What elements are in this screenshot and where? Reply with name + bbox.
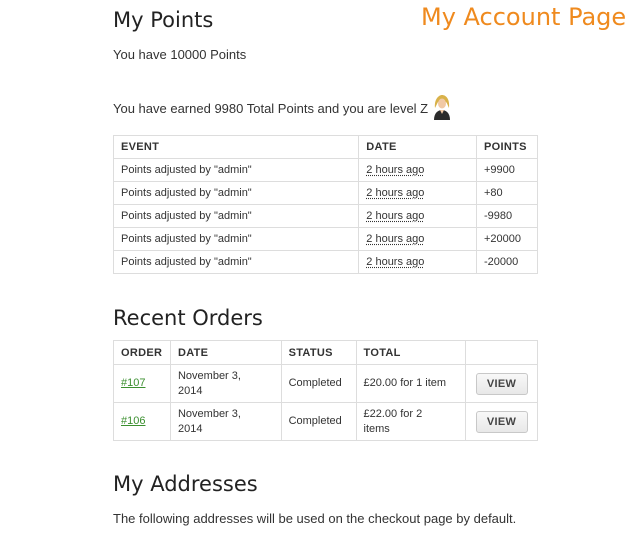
points-balance-text: You have 10000 Points [113, 47, 247, 62]
view-order-button[interactable]: VIEW [475, 372, 528, 395]
account-page-caption: My Account Page [421, 3, 627, 31]
table-row: Points adjusted by "admin" 2 hours ago -… [112, 204, 538, 228]
level-avatar-icon [432, 94, 453, 120]
order-number-cell: #106 [113, 402, 171, 441]
order-actions-cell: VIEW [465, 402, 538, 441]
event-cell: Points adjusted by "admin" [112, 204, 360, 228]
table-row: #106 November 3, 2014 Completed £22.00 fo… [113, 402, 538, 441]
event-cell: Points adjusted by "admin" [112, 250, 360, 274]
table-header-row: EVENT DATE POINTS [112, 135, 538, 159]
view-order-button[interactable]: VIEW [475, 410, 528, 433]
table-row: Points adjusted by "admin" 2 hours ago +… [112, 181, 538, 205]
relative-time: 2 hours ago [366, 256, 425, 268]
date-cell: 2 hours ago [358, 250, 477, 274]
column-header-total: TOTAL [355, 340, 467, 365]
order-date-line2: 2014 [177, 384, 203, 397]
table-row: Points adjusted by "admin" 2 hours ago -… [112, 250, 538, 274]
order-date-line1: November 3, [177, 407, 241, 420]
points-earned-text: You have earned 9980 Total Points and yo… [113, 101, 429, 116]
column-header-order: ORDER [113, 340, 171, 365]
order-number-cell: #107 [113, 364, 171, 403]
order-actions-cell: VIEW [465, 364, 538, 403]
date-cell: 2 hours ago [358, 227, 477, 251]
order-date-line2: 2014 [177, 422, 203, 435]
recent-orders-heading: Recent Orders [113, 306, 263, 330]
order-date-cell: November 3, 2014 [169, 402, 282, 441]
column-header-actions [465, 340, 538, 365]
relative-time: 2 hours ago [366, 187, 425, 199]
order-date-line1: November 3, [177, 369, 241, 382]
points-earned-line: You have earned 9980 Total Points and yo… [113, 90, 453, 120]
order-total-cell: £22.00 for 2 items [355, 402, 467, 441]
table-row: #107 November 3, 2014 Completed £20.00 fo… [113, 364, 538, 403]
points-cell: +9900 [476, 158, 538, 182]
my-points-heading: My Points [113, 8, 214, 32]
points-cell: -20000 [476, 250, 538, 274]
points-history-table: EVENT DATE POINTS Points adjusted by "ad… [112, 135, 538, 274]
column-header-date: DATE [169, 340, 282, 365]
points-cell: +80 [476, 181, 538, 205]
date-cell: 2 hours ago [358, 181, 477, 205]
my-addresses-heading: My Addresses [113, 472, 258, 496]
date-cell: 2 hours ago [358, 204, 477, 228]
order-link[interactable]: #107 [121, 377, 145, 389]
event-cell: Points adjusted by "admin" [112, 158, 360, 182]
addresses-description: The following addresses will be used on … [113, 511, 517, 526]
points-cell: -9980 [476, 204, 538, 228]
order-status-cell: Completed [280, 402, 357, 441]
order-link[interactable]: #106 [121, 415, 145, 427]
table-row: Points adjusted by "admin" 2 hours ago +… [112, 227, 538, 251]
relative-time: 2 hours ago [366, 210, 425, 222]
order-total-cell: £20.00 for 1 item [355, 364, 467, 403]
column-header-date: DATE [358, 135, 477, 159]
date-cell: 2 hours ago [358, 158, 477, 182]
relative-time: 2 hours ago [366, 233, 425, 245]
event-cell: Points adjusted by "admin" [112, 227, 360, 251]
column-header-points: POINTS [476, 135, 538, 159]
column-header-event: EVENT [112, 135, 360, 159]
relative-time: 2 hours ago [366, 164, 425, 176]
table-header-row: ORDER DATE STATUS TOTAL [113, 340, 538, 365]
order-total-line2: items [363, 422, 390, 435]
recent-orders-table: ORDER DATE STATUS TOTAL #107 November 3,… [113, 340, 538, 441]
points-cell: +20000 [476, 227, 538, 251]
order-total-line1: £20.00 for 1 item [363, 377, 447, 389]
order-date-cell: November 3, 2014 [169, 364, 282, 403]
order-status-cell: Completed [280, 364, 357, 403]
table-row: Points adjusted by "admin" 2 hours ago +… [112, 158, 538, 182]
column-header-status: STATUS [280, 340, 357, 365]
order-total-line1: £22.00 for 2 [363, 407, 423, 420]
event-cell: Points adjusted by "admin" [112, 181, 360, 205]
